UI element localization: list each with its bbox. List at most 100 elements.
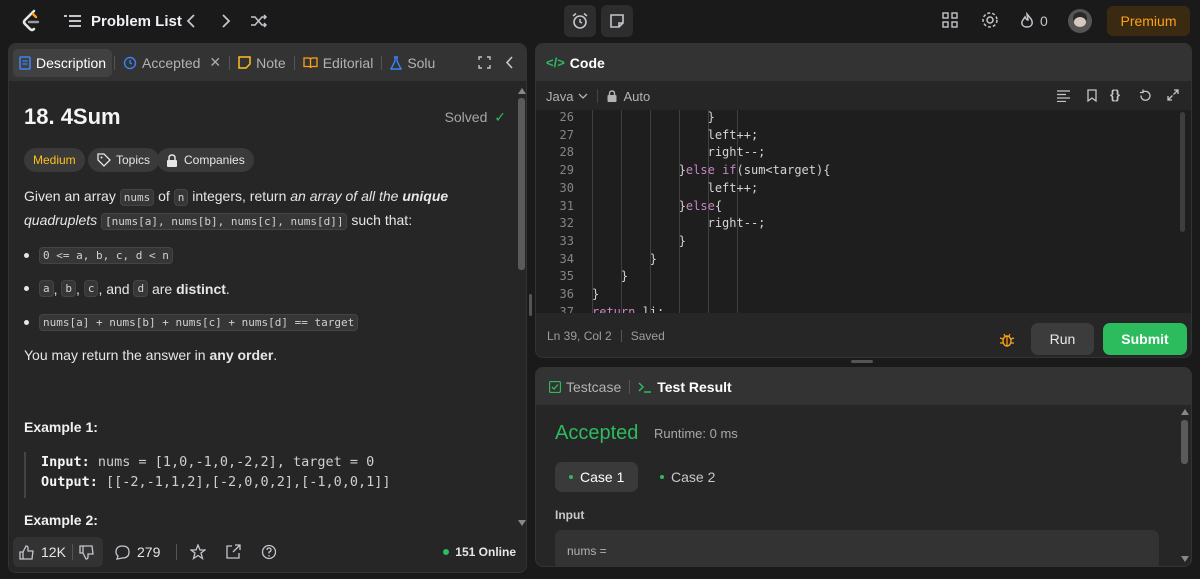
inline-code: nums: [119, 189, 155, 206]
code-line[interactable]: 36}: [536, 287, 1191, 305]
notes-button[interactable]: [601, 5, 633, 37]
submit-button[interactable]: Submit: [1103, 323, 1187, 355]
code-line[interactable]: 37 return li;: [536, 305, 1191, 313]
close-icon[interactable]: ✕: [209, 54, 221, 71]
text: .: [273, 347, 278, 363]
share-icon[interactable]: [226, 544, 241, 559]
topics-button[interactable]: Topics: [88, 148, 160, 172]
timer-button[interactable]: [564, 5, 596, 37]
language-select[interactable]: Java: [546, 89, 588, 104]
fire-icon: [1021, 12, 1033, 28]
terminal-icon: [638, 381, 652, 393]
scroll-up-arrow[interactable]: [1181, 409, 1189, 415]
star-icon[interactable]: [190, 544, 206, 560]
scroll-up-arrow[interactable]: [518, 88, 526, 94]
text: You may return the answer in: [24, 347, 210, 363]
tab-code-label: Code: [569, 54, 605, 71]
code-brackets-icon: </>: [546, 55, 565, 70]
scroll-down-arrow[interactable]: [1181, 556, 1189, 562]
check-circle-icon: ✓: [494, 109, 506, 125]
text: ,: [53, 280, 62, 297]
thumbs-down-icon[interactable]: [79, 544, 95, 560]
lock-icon: [167, 153, 177, 167]
collapse-chevron-icon[interactable]: [506, 56, 514, 69]
inline-code: a: [39, 280, 54, 297]
line-number: 31: [559, 198, 574, 213]
code-line[interactable]: 28 right--;: [536, 145, 1191, 163]
code-line[interactable]: 29 }else if(sum<target){: [536, 163, 1191, 181]
tab-description-label: Description: [36, 54, 107, 71]
reset-icon[interactable]: [1139, 89, 1152, 102]
avatar[interactable]: [1068, 9, 1092, 33]
case-1-tab[interactable]: Case 1: [555, 462, 639, 492]
problem-list-link[interactable]: Problem List: [64, 10, 182, 32]
help-icon[interactable]: [261, 544, 277, 560]
list-icon: [64, 15, 81, 27]
tab-editorial[interactable]: Editorial: [297, 49, 380, 77]
code-line[interactable]: 31 }else{: [536, 199, 1191, 217]
bookmark-icon[interactable]: [1087, 89, 1097, 102]
like-button[interactable]: 12K: [13, 544, 66, 560]
align-left-icon[interactable]: [1057, 90, 1070, 102]
format-braces-icon[interactable]: {}: [1110, 87, 1120, 102]
tab-note[interactable]: Note: [232, 49, 292, 77]
random-problem-button[interactable]: [250, 10, 268, 32]
online-label: 151 Online: [455, 545, 516, 559]
tab-test-result[interactable]: Test Result: [632, 373, 737, 401]
emphasis-text: an array of all the: [290, 188, 403, 204]
code-line[interactable]: 33 }: [536, 234, 1191, 252]
case-2-tab[interactable]: Case 2: [646, 462, 729, 492]
tab-description[interactable]: Description: [13, 48, 113, 77]
line-number: 28: [559, 145, 574, 160]
example-output-line: Output: [[-2,-1,1,2],[-2,0,0,2],[-1,0,0,…: [41, 472, 504, 492]
tag-icon: [97, 153, 111, 167]
premium-button[interactable]: Premium: [1107, 6, 1190, 36]
book-icon: [303, 57, 318, 69]
history-icon: [123, 56, 137, 69]
vertical-resize-handle[interactable]: [529, 294, 532, 316]
maximize-icon[interactable]: [478, 56, 491, 69]
description-scrollbar[interactable]: [518, 98, 525, 270]
case-1-label: Case 1: [580, 469, 625, 485]
auto-mode-toggle[interactable]: Auto: [607, 89, 650, 104]
code-text: }else if(sum<target){: [592, 163, 831, 178]
streak-counter[interactable]: 0: [1019, 10, 1048, 32]
companies-button[interactable]: Companies: [157, 148, 254, 172]
input-label: Input: [555, 508, 585, 522]
code-line[interactable]: 35 }: [536, 269, 1191, 287]
difficulty-badge[interactable]: Medium: [24, 148, 85, 172]
tab-testcase[interactable]: Testcase: [543, 373, 627, 401]
code-line[interactable]: 30 left++;: [536, 181, 1191, 199]
code-line[interactable]: 34 }: [536, 252, 1191, 270]
tab-accepted[interactable]: Accepted ✕: [117, 49, 227, 77]
expand-icon[interactable]: [1167, 89, 1179, 101]
gear-icon[interactable]: [981, 11, 999, 29]
constraint-item: nums[a] + nums[b] + nums[c] + nums[d] ==…: [24, 314, 359, 331]
layout-grid-icon[interactable]: [942, 12, 958, 28]
horizontal-resize-handle[interactable]: [851, 360, 873, 363]
debug-bug-icon[interactable]: [999, 332, 1015, 348]
code-line[interactable]: 32 right--;: [536, 216, 1191, 234]
tab-solutions[interactable]: Solu: [384, 49, 441, 77]
code-text: }: [592, 233, 686, 248]
code-line[interactable]: 26 }: [536, 110, 1191, 128]
streak-count: 0: [1040, 13, 1048, 29]
run-button[interactable]: Run: [1031, 323, 1094, 355]
tab-code[interactable]: </> Code: [540, 49, 611, 77]
code-text: right--;: [592, 216, 766, 231]
code-line[interactable]: 27 left++;: [536, 128, 1191, 146]
leetcode-logo[interactable]: [20, 9, 42, 33]
alarm-clock-icon: [572, 12, 588, 29]
scroll-down-arrow[interactable]: [518, 520, 526, 526]
solved-label: Solved: [444, 109, 488, 125]
code-editor[interactable]: 26 } 27 left++; 28 right--; 29 }else if(sum…: [536, 110, 1191, 313]
next-problem-button[interactable]: [220, 10, 232, 32]
result-scrollbar[interactable]: [1181, 420, 1188, 464]
text: ,: [76, 280, 84, 297]
language-label: Java: [546, 88, 574, 104]
vote-group: 12K: [13, 537, 103, 567]
editor-scrollbar[interactable]: [1180, 112, 1185, 232]
prev-problem-button[interactable]: [185, 10, 197, 32]
comments-button[interactable]: 279: [115, 544, 160, 560]
code-tabbar: </> Code: [536, 44, 1191, 81]
